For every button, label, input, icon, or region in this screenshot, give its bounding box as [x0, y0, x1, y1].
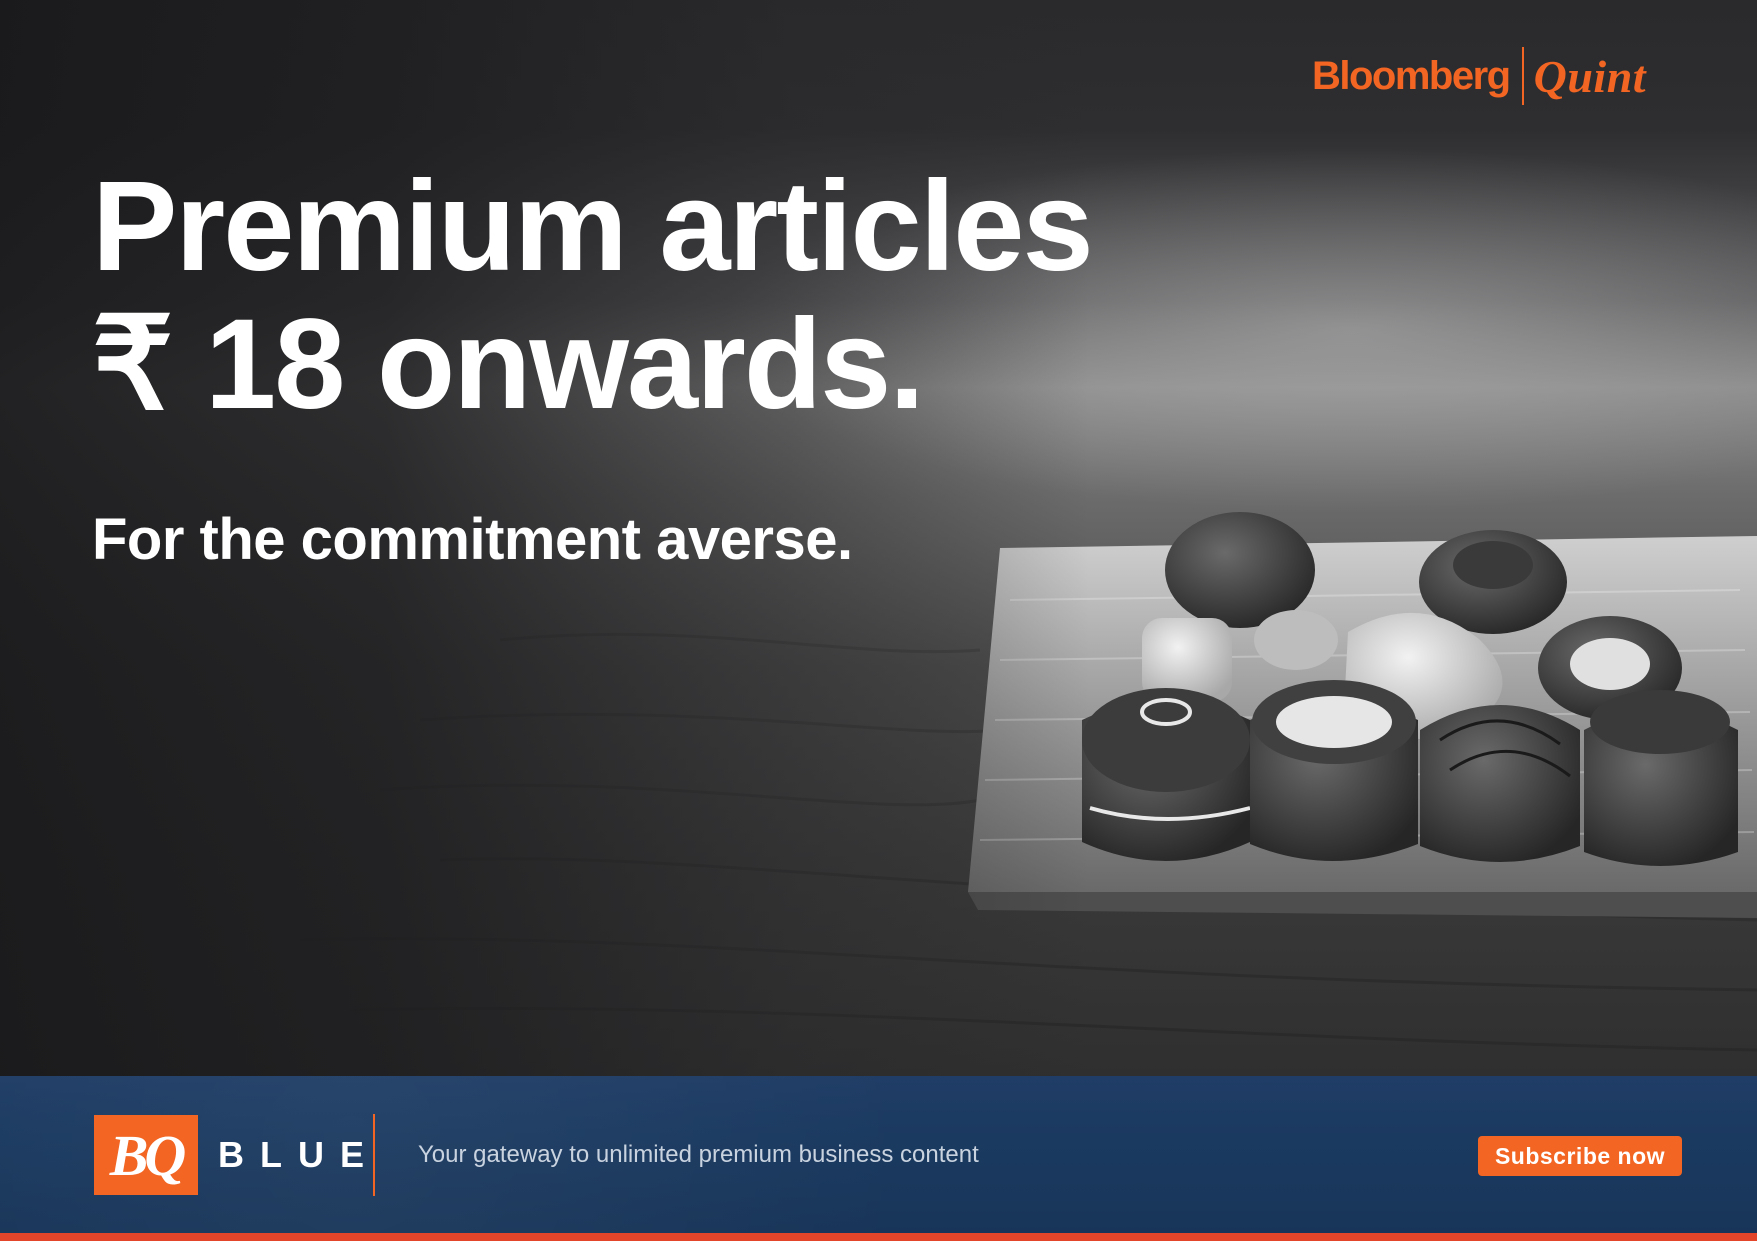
- headline-line-1: Premium articles: [92, 155, 1094, 298]
- banner-divider: [373, 1114, 375, 1196]
- headline: Premium articles ₹ 18 onwards.: [92, 155, 1094, 436]
- subheadline: For the commitment averse.: [92, 507, 853, 572]
- headline-line-2: ₹ 18 onwards.: [92, 293, 925, 436]
- bq-logo-text: BQ: [109, 1122, 187, 1188]
- bq-logo: BQ: [94, 1115, 198, 1195]
- ad-creative: Bloomberg Quint Premium articles ₹ 18 on…: [0, 0, 1757, 1241]
- bottom-accent-strip: [0, 1233, 1757, 1241]
- bloomberg-quint-logo: Bloomberg Quint: [1312, 44, 1646, 108]
- bq-blue-label: BLUE: [218, 1134, 380, 1175]
- subscribe-button[interactable]: Subscribe now: [1478, 1136, 1682, 1176]
- logo-bloomberg-text: Bloomberg: [1312, 53, 1511, 98]
- logo-divider: [1521, 47, 1524, 105]
- banner-tagline: Your gateway to unlimited premium busine…: [418, 1141, 979, 1168]
- logo-quint-text: Quint: [1533, 50, 1647, 102]
